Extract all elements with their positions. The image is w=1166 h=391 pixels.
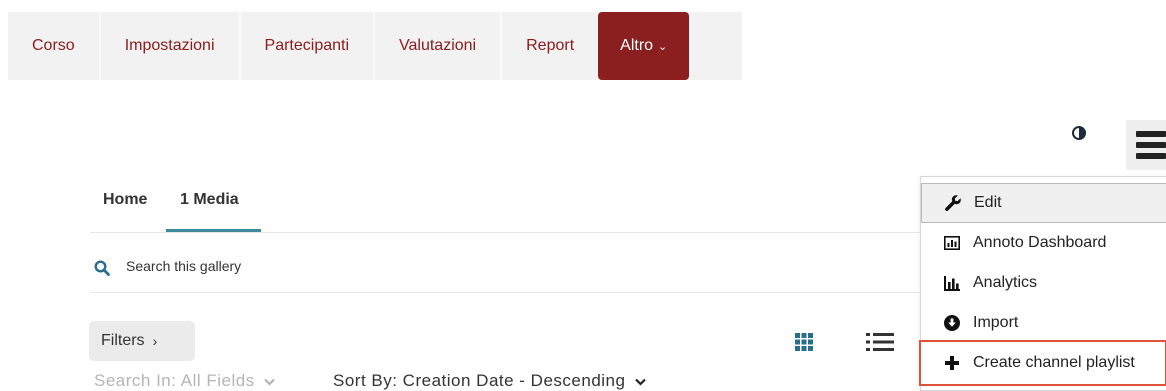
search-icon[interactable] — [94, 260, 110, 276]
menu-item-label: Annoto Dashboard — [973, 234, 1107, 251]
hamburger-icon-bar — [1136, 142, 1166, 148]
dashboard-icon — [943, 234, 961, 252]
chevron-right-icon: › — [152, 333, 158, 349]
hamburger-icon-bar — [1136, 153, 1166, 159]
menu-item-import[interactable]: Import — [921, 303, 1166, 343]
menu-item-analytics[interactable]: Analytics — [921, 263, 1166, 303]
active-tab-indicator — [166, 229, 261, 232]
menu-item-annoto-dashboard[interactable]: Annoto Dashboard — [921, 223, 1166, 263]
nav-label: Corso — [32, 37, 75, 54]
nav-item-partecipanti[interactable]: Partecipanti — [241, 12, 376, 80]
nav-label: Altro — [620, 37, 654, 54]
hamburger-menu-button[interactable] — [1126, 120, 1166, 170]
chevron-down-icon — [634, 377, 646, 389]
grid-view-icon[interactable] — [795, 333, 813, 351]
menu-item-label: Edit — [974, 194, 1002, 211]
search-in-dropdown[interactable]: Search In: All Fields — [94, 371, 275, 391]
chevron-down-icon — [264, 377, 275, 389]
bar-chart-icon — [943, 274, 961, 292]
menu-item-label: Create channel playlist — [973, 354, 1135, 371]
filters-button[interactable]: Filters › — [89, 321, 195, 361]
nav-label: Partecipanti — [264, 37, 350, 54]
menu-item-edit[interactable]: Edit — [921, 183, 1166, 223]
plus-icon — [943, 354, 961, 372]
nav-label: Report — [526, 37, 575, 54]
gallery-search — [90, 250, 920, 293]
tab-home[interactable]: Home — [103, 191, 147, 209]
contrast-icon[interactable] — [1072, 126, 1086, 140]
wrench-icon — [944, 194, 962, 212]
nav-item-corso[interactable]: Corso — [8, 12, 101, 80]
nav-item-impostazioni[interactable]: Impostazioni — [101, 12, 241, 80]
nav-label: Valutazioni — [399, 37, 477, 54]
nav-item-report[interactable]: Report — [502, 12, 598, 80]
nav-item-valutazioni[interactable]: Valutazioni — [375, 12, 503, 80]
gallery-tabs: Home 1 Media — [90, 188, 920, 233]
tab-media[interactable]: 1 Media — [180, 191, 239, 209]
list-view-icon[interactable] — [866, 333, 894, 351]
hamburger-icon — [1136, 131, 1166, 137]
course-navbar: Corso Impostazioni Partecipanti Valutazi… — [8, 12, 742, 80]
nav-label: Impostazioni — [124, 37, 215, 54]
nav-item-altro[interactable]: Altro ⌄ — [598, 12, 690, 80]
chevron-down-icon: ⌄ — [658, 40, 668, 53]
actions-dropdown-menu: Edit Annoto Dashboard Analytics Import C… — [919, 176, 1166, 391]
sort-by-dropdown[interactable]: Sort By: Creation Date - Descending — [333, 371, 646, 391]
sort-by-label: Sort By: Creation Date - Descending — [333, 371, 626, 390]
search-in-label: Search In: All Fields — [94, 371, 255, 390]
menu-item-create-channel-playlist[interactable]: Create channel playlist — [919, 340, 1166, 386]
menu-item-label: Import — [973, 314, 1019, 331]
search-input[interactable] — [126, 258, 526, 274]
download-circle-icon — [943, 314, 961, 332]
menu-item-label: Analytics — [973, 274, 1038, 291]
filters-label: Filters — [101, 332, 145, 349]
